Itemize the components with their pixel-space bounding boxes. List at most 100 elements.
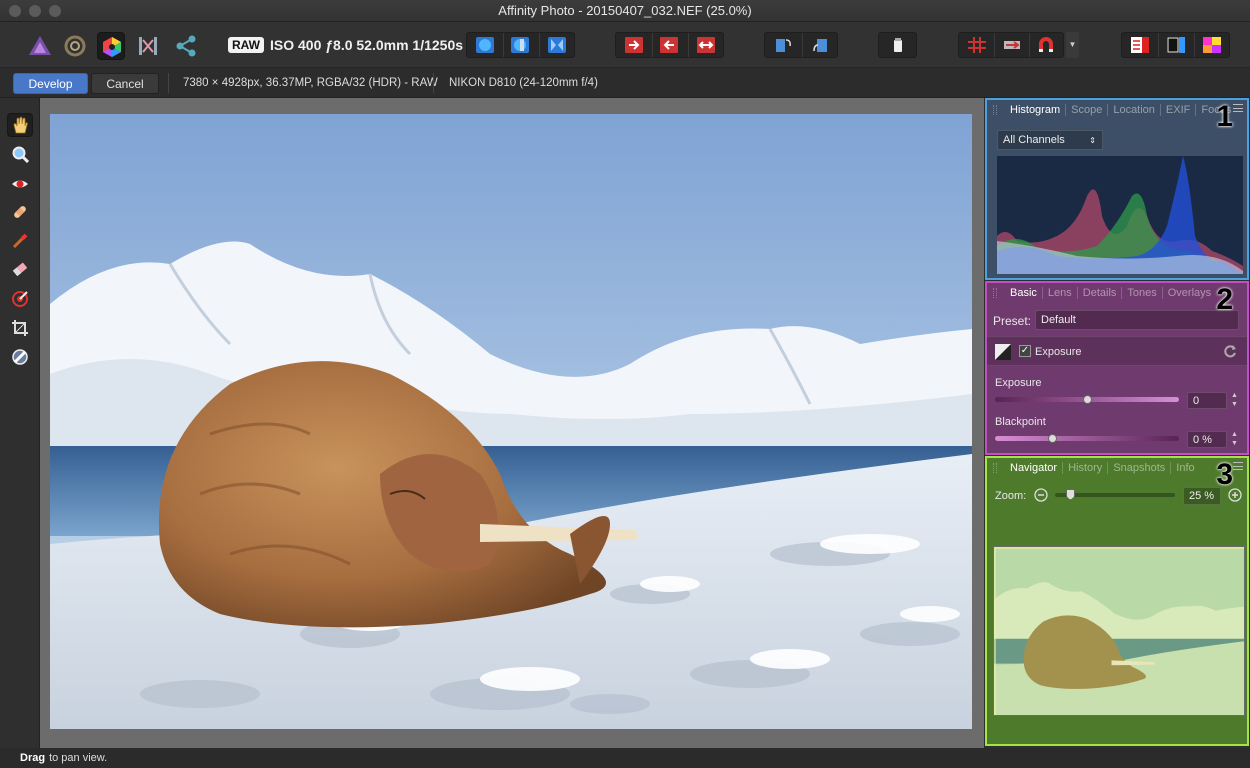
window-title: Affinity Photo - 20150407_032.NEF (25.0%… [498,3,752,18]
tab-history[interactable]: History [1063,462,1109,474]
raw-info: RAW ISO 400 ƒ8.0 52.0mm 1/1250s [228,37,463,53]
liquify-persona-icon[interactable] [61,32,89,60]
tab-navigator[interactable]: Navigator [1005,462,1064,474]
move-left-icon[interactable] [660,37,678,56]
cancel-button[interactable]: Cancel [91,73,159,94]
zoom-input[interactable]: 25 % [1183,487,1221,505]
navigate-group [615,32,724,58]
export-persona-icon[interactable] [172,32,200,60]
minimize-window-button[interactable] [29,5,41,17]
grid-icon[interactable] [968,37,986,56]
hand-tool-icon[interactable] [7,113,33,137]
overlay-erase-tool-icon[interactable] [7,258,33,282]
show-toolbar-icon[interactable] [1167,37,1185,56]
exposure-enable-checkbox[interactable]: ✓ [1019,345,1031,357]
show-panels-icon[interactable] [1131,37,1149,56]
zoom-window-button[interactable] [49,5,61,17]
blackpoint-label: Blackpoint [995,416,1046,428]
tab-scope[interactable]: Scope [1066,104,1109,116]
single-view-icon[interactable] [476,37,494,56]
title-bar: Affinity Photo - 20150407_032.NEF (25.0%… [0,0,1250,22]
blackpoint-stepper-icon[interactable]: ▲ ▼ [1230,430,1239,448]
preset-value: Default [1041,314,1076,326]
blackpoint-slider-knob[interactable] [1048,434,1057,443]
image-info: 7380 × 4928px, 36.37MP, RGBA/32 (HDR) - … [183,77,438,89]
exposure-slider[interactable] [995,395,1179,404]
rotate-left-icon[interactable] [774,37,792,56]
zoom-slider[interactable] [1055,489,1175,500]
color-panel-icon[interactable] [1203,37,1221,56]
tab-basic[interactable]: Basic [1005,287,1043,299]
navigator-thumbnail [994,547,1244,715]
rotate-group [764,32,838,58]
raw-badge: RAW [228,37,264,53]
overlay-gradient-tool-icon[interactable] [7,287,33,311]
develop-persona-icon[interactable] [97,32,125,60]
basic-panel: Basic Lens Details Tones Overlays 2 Pres… [985,281,1249,455]
blemish-removal-tool-icon[interactable] [7,200,33,224]
histogram-graph [997,156,1243,274]
tools-panel [0,98,40,748]
swap-icon[interactable] [697,37,715,56]
panel-menu-icon[interactable] [1233,462,1243,470]
exposure-label: Exposure [995,377,1042,389]
develop-button[interactable]: Develop [13,73,88,94]
crop-tool-icon[interactable] [7,316,33,340]
photo-canvas[interactable] [50,114,972,729]
navigator-preview[interactable] [993,546,1245,716]
zoom-tool-icon[interactable] [7,142,33,166]
main-toolbar: RAW ISO 400 ƒ8.0 52.0mm 1/1250s ▼ [0,22,1250,68]
magnet-icon[interactable] [1037,36,1055,57]
photo-persona-icon[interactable] [26,32,54,60]
studio-group [1121,32,1230,58]
exposure-slider-knob[interactable] [1083,395,1092,404]
exposure-input[interactable]: 0 [1187,392,1227,409]
tab-lens[interactable]: Lens [1043,287,1078,299]
tab-location[interactable]: Location [1108,104,1161,116]
reset-icon[interactable] [1224,345,1237,358]
panel-menu-icon[interactable] [1233,104,1243,112]
tab-overlays[interactable]: Overlays [1163,287,1216,299]
walrus-photo [50,114,972,729]
snapping-dropdown-icon[interactable]: ▼ [1066,32,1079,58]
exposure-stepper-icon[interactable]: ▲ ▼ [1230,391,1239,409]
blackpoint-input[interactable]: 0 % [1187,431,1227,448]
clipping-icon[interactable] [890,37,906,56]
zoom-value: 25 % [1189,490,1215,502]
view-mode-group [466,32,575,58]
mirror-view-icon[interactable] [548,37,566,56]
blackpoint-value: 0 % [1193,433,1212,446]
preset-select[interactable]: Default [1035,310,1239,330]
channels-value: All Channels [1003,134,1065,146]
close-window-button[interactable] [9,5,21,17]
blackpoint-slider[interactable] [995,434,1179,443]
divider [168,73,169,93]
canvas-area[interactable] [40,98,984,748]
white-balance-tool-icon[interactable] [7,345,33,369]
tab-snapshots[interactable]: Snapshots [1108,462,1172,474]
zoom-in-icon[interactable] [1228,488,1242,502]
tab-info[interactable]: Info [1171,462,1199,474]
zoom-slider-knob[interactable] [1066,489,1075,500]
channels-select[interactable]: All Channels ⇕ [997,130,1103,150]
navigator-tabs: Navigator History Snapshots Info [987,458,1247,478]
tab-details[interactable]: Details [1078,287,1123,299]
zoom-out-icon[interactable] [1034,488,1048,502]
status-hint-bold: Drag [20,752,46,764]
exposure-section-icon [995,344,1011,360]
red-eye-tool-icon[interactable] [7,172,33,196]
overlay-paint-tool-icon[interactable] [7,229,33,253]
rotate-right-icon[interactable] [811,37,829,56]
move-right-icon[interactable] [625,37,643,56]
guides-icon[interactable] [1003,37,1021,56]
tab-tones[interactable]: Tones [1122,287,1163,299]
split-view-icon[interactable] [511,37,529,56]
context-toolbar: Develop Cancel 7380 × 4928px, 36.37MP, R… [0,68,1250,98]
tab-histogram[interactable]: Histogram [1005,104,1067,116]
preset-label: Preset: [993,314,1032,328]
tab-exif[interactable]: EXIF [1161,104,1197,116]
snapping-group [958,32,1064,58]
select-arrows-icon: ⇕ [1089,135,1096,145]
zoom-label: Zoom: [995,490,1027,502]
tone-mapping-persona-icon[interactable] [134,32,162,60]
